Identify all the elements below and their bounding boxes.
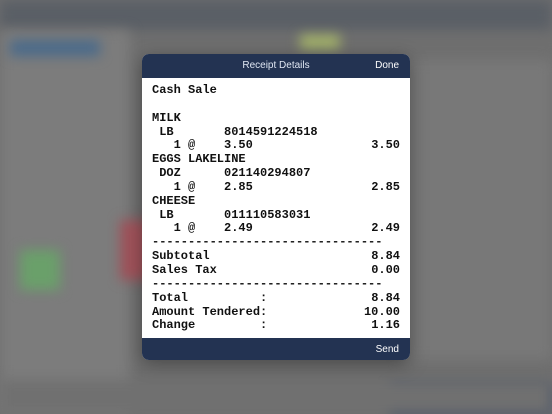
item-total: 3.50 xyxy=(371,138,400,153)
receipt-heading: Cash Sale xyxy=(152,83,217,97)
tax-row: Sales Tax 0.00 xyxy=(152,262,400,277)
background-tile xyxy=(20,250,60,290)
item-name: EGGS LAKELINE xyxy=(152,152,246,167)
background-toolbar xyxy=(0,0,552,30)
background-sidebar xyxy=(0,30,130,414)
item-total: 2.49 xyxy=(371,221,400,236)
subtotal-row: Subtotal 8.84 xyxy=(152,249,400,264)
receipt-dialog: Receipt Details Done Cash Sale MILK LB 8… xyxy=(142,54,410,360)
separator-line: -------------------------------- xyxy=(152,276,383,291)
background-footer xyxy=(0,380,552,414)
item-qty-line: 1 @ 3.50 3.50 xyxy=(152,138,400,153)
change-row: Change :1.16 xyxy=(152,318,400,333)
background-badge xyxy=(300,35,340,49)
item-name: MILK xyxy=(152,110,181,125)
dialog-title: Receipt Details xyxy=(242,60,310,71)
tendered-row: Amount Tendered: 10.00 xyxy=(152,304,400,319)
background-sidebar-item xyxy=(10,40,100,56)
item-total: 2.85 xyxy=(371,179,400,194)
item-unit-line: LB 011110583031 xyxy=(152,207,311,222)
item-qty-line: 1 @ 2.85 2.85 xyxy=(152,179,400,194)
send-button[interactable]: Send xyxy=(376,344,399,355)
dialog-footer: Send xyxy=(142,338,410,360)
receipt-text: Cash Sale MILK LB 8014591224518 1 @ 3.50… xyxy=(152,83,400,336)
total-row: Total :8.84 xyxy=(152,290,400,305)
background-panel xyxy=(400,60,552,360)
separator-line: -------------------------------- xyxy=(152,235,383,250)
dialog-header: Receipt Details Done xyxy=(142,54,410,78)
done-button[interactable]: Done xyxy=(375,60,399,71)
item-unit-line: DOZ 021140294807 xyxy=(152,166,311,181)
item-unit-line: LB 8014591224518 xyxy=(152,124,318,139)
item-qty-line: 1 @ 2.49 2.49 xyxy=(152,221,400,236)
item-name: CHEESE xyxy=(152,193,196,208)
